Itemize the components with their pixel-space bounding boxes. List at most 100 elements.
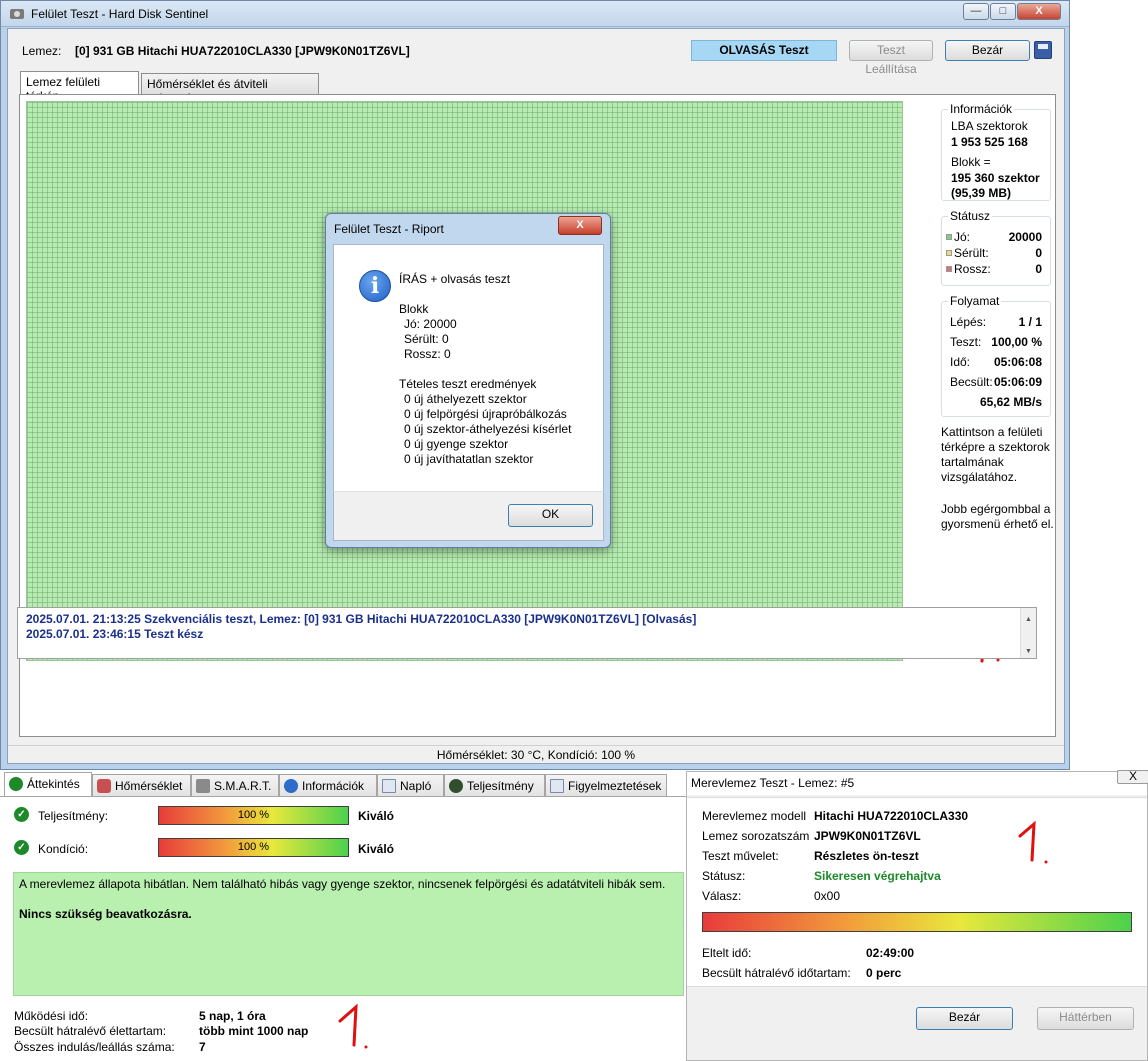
- tab-label: Napló: [400, 779, 432, 793]
- maximize-button[interactable]: □: [990, 3, 1016, 20]
- window-close-button[interactable]: X: [1017, 3, 1061, 20]
- drive-test-close-icon[interactable]: X: [1117, 770, 1148, 784]
- smart-icon: [196, 779, 210, 793]
- result-line: 0 új felpörgési újrapróbálkozás: [404, 407, 567, 421]
- performance-label: Teljesítmény:: [38, 809, 109, 823]
- tab-log[interactable]: Napló: [377, 774, 444, 796]
- response-value: 0x00: [814, 889, 841, 903]
- scroll-up-icon[interactable]: ▲: [1025, 612, 1032, 627]
- drive-test-dialog: Merevlemez Teszt - Lemez: #5 X Merevleme…: [686, 770, 1148, 1061]
- uptime-label: Működési idő:: [14, 1009, 89, 1023]
- status-label: Státusz:: [702, 869, 746, 883]
- results-heading: Tételes teszt eredmények: [399, 377, 537, 391]
- window-title: Felület Teszt - Hard Disk Sentinel: [31, 7, 209, 21]
- lba-value: 1 953 525 168: [951, 135, 1028, 149]
- disk-name: [0] 931 GB Hitachi HUA722010CLA330 [JPW9…: [75, 44, 410, 58]
- result-line: 0 új gyenge szektor: [404, 437, 509, 451]
- title-bar[interactable]: Felület Teszt - Hard Disk Sentinel — □ X: [1, 1, 1069, 27]
- good-square-icon: [946, 234, 952, 240]
- status-row-bad: Rossz: 0: [942, 262, 1050, 278]
- performance-bar: 100 %: [158, 806, 349, 825]
- lba-label: LBA szektorok: [951, 119, 1028, 133]
- power-cycles-label: Összes indulás/leállás száma:: [14, 1040, 175, 1054]
- progress-row: Becsült: 05:06:09: [942, 375, 1050, 391]
- help-text-click: Kattintson a felületi térképre a szektor…: [941, 425, 1050, 484]
- app-icon: [10, 9, 24, 19]
- log-entry: 2025.07.01. 21:13:25 Szekvenciális teszt…: [26, 612, 697, 626]
- status-group: Státusz Jó: 20000 Sérült: 0 Rossz: 0: [941, 209, 1051, 286]
- elapsed-value: 02:49:00: [866, 946, 915, 960]
- elapsed-label: Eltelt idő:: [702, 946, 752, 960]
- test-op-label: Teszt művelet:: [702, 849, 779, 863]
- report-heading: ÍRÁS + olvasás teszt: [399, 272, 511, 286]
- ok-button[interactable]: OK: [508, 504, 593, 527]
- serial-label: Lemez sorozatszám: [702, 829, 810, 843]
- condition-check-icon: ✓: [14, 840, 29, 855]
- info-group-title: Információk: [948, 102, 1015, 116]
- bad-square-icon: [946, 266, 952, 272]
- block-size: (95,39 MB): [951, 186, 1012, 200]
- block-line: Jó: 20000: [404, 317, 457, 331]
- tab-temperature-speed[interactable]: Hőmérséklet és átviteli sebesség: [141, 73, 319, 105]
- status-bar: Hőmérséklet: 30 °C, Kondíció: 100 %: [8, 745, 1064, 764]
- tab-label: Hőmérséklet: [115, 779, 183, 793]
- condition-rating: Kiváló: [358, 842, 395, 856]
- result-line: 0 új javíthatatlan szektor: [404, 452, 534, 466]
- uptime-value: 5 nap, 1 óra: [199, 1009, 266, 1023]
- status-label: Jó:: [954, 230, 971, 244]
- warning-icon: [550, 779, 564, 793]
- drive-test-title: Merevlemez Teszt - Lemez: #5: [691, 776, 855, 790]
- gauge-icon: [449, 779, 463, 793]
- health-text: A merevlemez állapota hibátlan. Nem talá…: [19, 877, 666, 891]
- info-icon: [284, 779, 298, 793]
- health-summary: A merevlemez állapota hibátlan. Nem talá…: [13, 872, 684, 996]
- drive-test-close-button[interactable]: Bezár: [916, 1007, 1013, 1030]
- tab-performance[interactable]: Teljesítmény: [444, 774, 545, 796]
- tab-warnings[interactable]: Figyelmeztetések: [545, 774, 667, 796]
- serial-value: JPW9K0N01TZ6VL: [814, 829, 921, 843]
- block-value: 195 360 szektor: [951, 171, 1040, 185]
- tab-label: Figyelmeztetések: [568, 779, 662, 793]
- block-line: Rossz: 0: [404, 347, 451, 361]
- remaining-value: 0 perc: [866, 966, 902, 980]
- save-icon[interactable]: [1034, 41, 1052, 59]
- stop-test-button[interactable]: Teszt Leállítása: [849, 40, 933, 76]
- performance-check-icon: ✓: [14, 807, 29, 822]
- minimize-button[interactable]: —: [963, 3, 989, 20]
- close-button[interactable]: Bezár: [945, 40, 1030, 61]
- tab-surface-map[interactable]: Lemez felületi térkép: [20, 71, 139, 103]
- progress-label: Idő:: [950, 355, 971, 369]
- drive-test-title-bar[interactable]: Merevlemez Teszt - Lemez: #5 X: [687, 770, 1148, 795]
- check-icon: [9, 777, 23, 791]
- drive-model-value: Hitachi HUA722010CLA330: [814, 809, 969, 823]
- log-scrollbar[interactable]: ▲ ▼: [1020, 608, 1036, 658]
- block-label: Blokk =: [951, 155, 991, 169]
- log-list[interactable]: 2025.07.01. 21:13:25 Szekvenciális teszt…: [17, 607, 1037, 659]
- test-op-value: Részletes ön-teszt: [814, 849, 919, 863]
- condition-bar-text: 100 %: [237, 841, 270, 853]
- tab-overview[interactable]: Áttekintés: [4, 772, 92, 797]
- drive-test-progress-bar: [702, 912, 1132, 932]
- log-entry: 2025.07.01. 23:46:15 Teszt kész: [26, 627, 204, 641]
- response-label: Válasz:: [702, 889, 742, 903]
- report-close-button[interactable]: X: [558, 216, 602, 235]
- status-row-good: Jó: 20000: [942, 230, 1050, 246]
- scroll-down-icon[interactable]: ▼: [1025, 644, 1032, 659]
- tab-information[interactable]: Információk: [279, 774, 377, 796]
- overview-panel: Áttekintés Hőmérséklet S.M.A.R.T. Inform…: [0, 771, 688, 1061]
- tab-smart[interactable]: S.M.A.R.T.: [191, 774, 279, 796]
- health-action: Nincs szükség beavatkozásra.: [19, 907, 192, 921]
- handwritten-mark: [338, 1003, 368, 1049]
- result-line: 0 új szektor-áthelyezési kísérlet: [404, 422, 572, 436]
- report-title: Felület Teszt - Riport: [334, 222, 444, 236]
- background-button[interactable]: Háttérben: [1037, 1007, 1134, 1030]
- drive-model-label: Merevlemez modell: [702, 809, 807, 823]
- progress-value: 1 / 1: [1018, 315, 1042, 329]
- block-heading: Blokk: [399, 302, 429, 316]
- report-body: i ÍRÁS + olvasás teszt Blokk Jó: 20000 S…: [333, 244, 604, 491]
- tab-label: Információk: [302, 779, 365, 793]
- condition-bar: 100 %: [158, 838, 349, 857]
- status-value: 20000: [1008, 230, 1042, 244]
- progress-label: Teszt:: [950, 335, 982, 349]
- tab-temperature[interactable]: Hőmérséklet: [92, 774, 191, 796]
